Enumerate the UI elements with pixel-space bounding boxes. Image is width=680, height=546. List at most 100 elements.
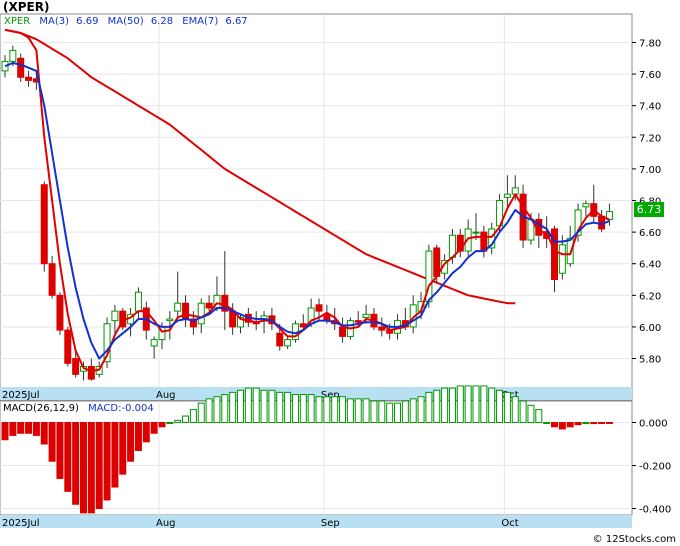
macd-tick-label: -0.400	[639, 505, 671, 516]
macd-bar-negative	[56, 422, 64, 479]
macd-bar-positive	[252, 387, 260, 424]
macd-bar-positive	[237, 389, 244, 424]
macd-bar-positive	[323, 396, 331, 424]
macd-bar-negative	[551, 422, 558, 428]
legend-ma50-label: MA(50)	[108, 16, 144, 27]
macd-bar-negative	[40, 422, 48, 445]
legend-ema7-label: EMA(7)	[182, 16, 218, 27]
macd-bar-positive	[213, 396, 221, 424]
candle-down	[17, 57, 25, 78]
macd-bar-positive	[503, 391, 511, 424]
macd-bar-positive	[441, 387, 449, 424]
candle-up	[472, 231, 480, 234]
macd-bar-negative	[17, 422, 25, 434]
macd-bar-positive	[386, 402, 394, 424]
stock-chart: 2025JulAugSepOct 7.807.607.407.207.006.8…	[0, 0, 680, 546]
macd-bar-positive	[394, 402, 401, 424]
macd-bar-positive	[480, 385, 488, 424]
macd-bar-negative	[150, 422, 158, 434]
macd-bar-positive	[417, 396, 425, 424]
macd-bar-positive	[268, 389, 276, 424]
macd-bar-positive	[221, 394, 229, 424]
price-tick-label: 7.20	[639, 133, 661, 144]
candle-up	[111, 310, 119, 322]
macd-month-label: Sep	[321, 518, 340, 529]
macd-bar-negative	[558, 422, 566, 430]
macd-bar-positive	[197, 402, 205, 424]
macd-tick-label: 0.000	[639, 419, 668, 430]
candle-down	[87, 365, 95, 380]
macd-bar-positive	[284, 391, 292, 424]
macd-legend-value: MACD:-0.004	[88, 403, 154, 414]
macd-bar-positive	[166, 422, 174, 425]
candle-down	[40, 184, 48, 265]
macd-bar-positive	[582, 422, 590, 425]
macd-bar-negative	[103, 422, 111, 501]
candle-up	[582, 203, 590, 208]
macd-bar-positive	[299, 394, 307, 424]
macd-bar-positive	[464, 385, 472, 424]
copyright-text: © 12Stocks.com	[593, 534, 676, 545]
last-price-value: 6.73	[637, 203, 662, 216]
macd-bar-positive	[456, 385, 464, 424]
macd-bar-positive	[339, 396, 347, 424]
macd-bar-negative	[158, 422, 166, 428]
candle-up	[197, 302, 205, 325]
macd-bar-negative	[48, 422, 56, 462]
macd-bar-negative	[32, 422, 40, 436]
macd-bar-negative	[25, 422, 33, 434]
macd-bar-positive	[346, 398, 354, 424]
candle-down	[205, 302, 213, 309]
macd-bar-positive	[511, 396, 519, 424]
macd-bar-positive	[543, 422, 551, 425]
month-label: Aug	[156, 390, 176, 401]
macd-bar-positive	[182, 415, 190, 424]
macd-bar-negative	[590, 422, 598, 425]
macd-time-axis-strip	[0, 515, 632, 528]
legend-ticker: XPER	[4, 16, 30, 27]
macd-bar-negative	[605, 422, 613, 425]
macd-bar-positive	[527, 404, 535, 424]
price-tick-label: 7.00	[639, 165, 661, 176]
macd-bar-positive	[189, 409, 197, 424]
macd-bar-negative	[134, 422, 142, 451]
macd-bar-positive	[291, 394, 299, 424]
macd-tick-label: -0.200	[639, 462, 671, 473]
macd-month-label: Aug	[156, 518, 176, 529]
price-tick-label: 7.60	[639, 70, 661, 81]
macd-bar-negative	[127, 422, 135, 462]
candle-up	[174, 302, 182, 312]
macd-bar-positive	[362, 398, 370, 424]
price-tick-label: 7.80	[639, 38, 661, 49]
candle-up	[362, 313, 370, 318]
candle-up	[558, 244, 566, 274]
candle-up	[503, 193, 511, 198]
macd-bar-negative	[80, 422, 87, 514]
legend-ma3-value: 6.69	[76, 16, 98, 27]
price-tick-label: 6.40	[639, 260, 661, 271]
legend-ema7-value: 6.67	[225, 16, 247, 27]
macd-bar-negative	[64, 422, 72, 492]
candle-down	[276, 332, 284, 347]
macd-bar-positive	[519, 400, 527, 424]
macd-bar-negative	[72, 422, 80, 505]
candle-down	[182, 302, 190, 320]
macd-bar-negative	[1, 422, 9, 441]
price-panel: 2025JulAugSepOct 7.807.607.407.207.006.8…	[0, 13, 661, 401]
candle-down	[56, 294, 64, 331]
macd-bar-negative	[566, 422, 574, 428]
macd-bar-negative	[95, 422, 103, 510]
macd-bar-positive	[448, 387, 456, 424]
price-tick-label: 6.00	[639, 323, 661, 334]
macd-bar-positive	[370, 400, 378, 424]
macd-bar-positive	[409, 398, 417, 424]
candle-up	[134, 291, 142, 312]
macd-bar-positive	[496, 389, 504, 424]
macd-bar-positive	[535, 409, 543, 424]
macd-bar-positive	[244, 387, 252, 424]
macd-bar-positive	[331, 396, 339, 424]
candle-down	[378, 326, 386, 331]
macd-bar-positive	[488, 387, 496, 424]
macd-bar-positive	[354, 398, 362, 424]
macd-bar-positive	[472, 385, 480, 424]
